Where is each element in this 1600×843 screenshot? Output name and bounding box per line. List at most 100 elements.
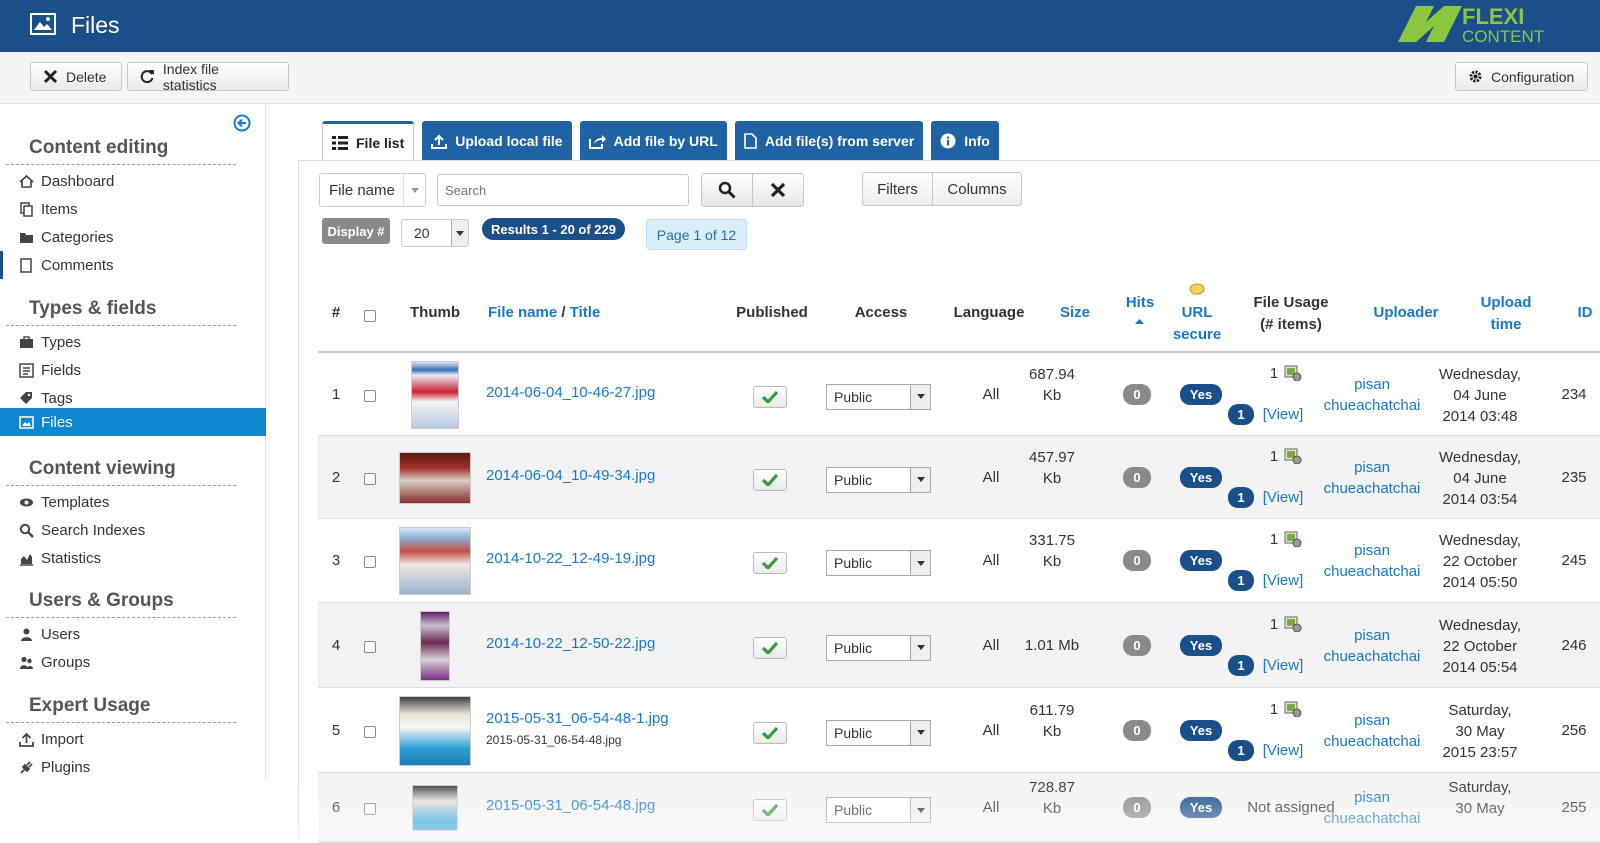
uploader-link-surname[interactable]: chueachatchai [1322, 395, 1422, 416]
access-select[interactable]: Public [826, 383, 931, 410]
access-select[interactable]: Public [826, 634, 931, 661]
sidebar-item-files[interactable]: Files [0, 408, 266, 436]
index-stats-button[interactable]: Index file statistics [127, 61, 289, 93]
file-thumbnail[interactable] [399, 695, 471, 766]
upload-date: 22 October [1442, 637, 1518, 655]
sort-id-link[interactable]: ID [1570, 302, 1600, 323]
uploader-link[interactable]: pisan [1322, 625, 1422, 646]
file-name-link[interactable]: 2014-10-22_12-50-22.jpg [486, 635, 655, 652]
tab-add-file-by-url[interactable]: Add file by URL [579, 121, 727, 161]
file-thumbnail[interactable] [420, 610, 450, 681]
user-icon [18, 626, 34, 642]
access-select[interactable]: Public [826, 550, 931, 576]
select-value: Public [834, 555, 873, 571]
row-checkbox[interactable] [364, 803, 376, 815]
access-select[interactable]: Public [826, 466, 931, 493]
file-thumbnail[interactable] [412, 785, 458, 831]
row-checkbox[interactable] [364, 640, 376, 653]
assigned-items-icon [1284, 531, 1302, 547]
uploader-link-surname[interactable]: chueachatchai [1322, 478, 1422, 499]
sidebar-item-dashboard[interactable]: Dashboard [0, 167, 266, 195]
sidebar-item-items[interactable]: Items [0, 195, 266, 223]
uploader-link-surname[interactable]: chueachatchai [1322, 808, 1422, 829]
sidebar-item-templates[interactable]: Templates [0, 488, 266, 516]
file-name-link[interactable]: 2014-06-04_10-49-34.jpg [486, 467, 655, 484]
published-toggle[interactable] [753, 636, 787, 659]
file-name-link[interactable]: 2015-05-31_06-54-48-1.jpg [486, 710, 669, 727]
file-thumbnail[interactable] [411, 360, 459, 429]
uploader-link[interactable]: pisan [1322, 710, 1422, 731]
view-usage-link[interactable]: [View] [1260, 404, 1306, 425]
tab-file-list[interactable]: File list [322, 121, 415, 161]
upload-date: 30 May [1455, 800, 1505, 817]
sidebar-item-fields[interactable]: Fields [0, 356, 266, 384]
usage-items-badge: 1 [1228, 486, 1254, 508]
file-name-link[interactable]: 2015-05-31_06-54-48.jpg [486, 797, 655, 814]
sidebar-item-label: Dashboard [41, 172, 115, 190]
upload-day: Wednesday, [1439, 448, 1521, 466]
access-select[interactable]: Public [826, 797, 931, 823]
filters-button[interactable]: Filters [862, 172, 933, 206]
view-usage-link[interactable]: [View] [1260, 655, 1306, 676]
search-field-select[interactable]: File name [319, 173, 426, 207]
select-all-checkbox[interactable] [364, 310, 376, 322]
sidebar-item-search-indexes[interactable]: Search Indexes [0, 516, 266, 544]
file-name-link[interactable]: 2014-10-22_12-49-19.jpg [486, 550, 655, 567]
sort-secure-link[interactable]: secure [1172, 324, 1222, 345]
published-toggle[interactable] [753, 385, 787, 408]
columns-button[interactable]: Columns [932, 172, 1022, 206]
published-toggle[interactable] [753, 799, 787, 821]
view-usage-link[interactable]: [View] [1260, 740, 1306, 761]
row-checkbox[interactable] [364, 556, 376, 568]
delete-button[interactable]: Delete [30, 62, 122, 91]
collapse-sidebar-icon[interactable] [233, 114, 251, 132]
sort-hits-link[interactable]: Hits [1115, 292, 1165, 313]
sort-title-link[interactable]: Title [570, 304, 601, 321]
check-icon [762, 726, 778, 739]
published-toggle[interactable] [753, 552, 787, 574]
upload-icon [18, 731, 34, 747]
file-thumbnail[interactable] [399, 527, 471, 595]
sidebar-item-plugins[interactable]: Plugins [0, 753, 266, 781]
sort-upload-time-sub[interactable]: time [1466, 314, 1546, 335]
sidebar-item-groups[interactable]: Groups [0, 648, 266, 676]
url-secure-badge: Yes [1180, 466, 1222, 488]
tab-upload-local-file[interactable]: Upload local file [422, 121, 572, 161]
uploader-link[interactable]: pisan [1322, 787, 1422, 808]
view-usage-link[interactable]: [View] [1260, 487, 1306, 508]
view-usage-link[interactable]: [View] [1260, 570, 1306, 591]
sidebar-item-types[interactable]: Types [0, 328, 266, 356]
search-input[interactable] [437, 174, 689, 206]
sort-upload-time-link[interactable]: Upload [1466, 292, 1546, 313]
uploader-link[interactable]: pisan [1322, 374, 1422, 395]
uploader-link[interactable]: pisan [1322, 457, 1422, 478]
uploader-link-surname[interactable]: chueachatchai [1322, 561, 1422, 582]
search-button[interactable] [701, 173, 753, 207]
display-count-select[interactable]: 20 [401, 219, 469, 247]
file-thumbnail[interactable] [399, 451, 471, 504]
row-checkbox[interactable] [364, 389, 376, 402]
sort-filename-link[interactable]: File name [488, 304, 557, 321]
access-select[interactable]: Public [826, 719, 931, 746]
row-checkbox[interactable] [364, 472, 376, 485]
published-toggle[interactable] [753, 468, 787, 491]
sort-url-link[interactable]: URL [1172, 302, 1222, 323]
sidebar-item-comments[interactable]: Comments [0, 251, 266, 279]
sort-size-link[interactable]: Size [1050, 302, 1100, 323]
configuration-button[interactable]: Configuration [1455, 62, 1588, 91]
row-checkbox[interactable] [364, 725, 376, 738]
uploader-link-surname[interactable]: chueachatchai [1322, 731, 1422, 752]
file-name-link[interactable]: 2014-06-04_10-46-27.jpg [486, 384, 655, 401]
sidebar-item-categories[interactable]: Categories [0, 223, 266, 251]
sidebar-item-statistics[interactable]: Statistics [0, 544, 266, 572]
sidebar-item-import[interactable]: Import [0, 725, 266, 753]
tab-add-files-from-server[interactable]: Add file(s) from server [734, 121, 924, 161]
uploader-link[interactable]: pisan [1322, 540, 1422, 561]
clear-search-button[interactable] [752, 173, 804, 207]
tab-info[interactable]: Info [931, 121, 999, 161]
sort-uploader-link[interactable]: Uploader [1356, 302, 1456, 323]
published-toggle[interactable] [753, 721, 787, 744]
sidebar-item-users[interactable]: Users [0, 620, 266, 648]
url-secure-badge: Yes [1180, 719, 1222, 741]
uploader-link-surname[interactable]: chueachatchai [1322, 646, 1422, 667]
